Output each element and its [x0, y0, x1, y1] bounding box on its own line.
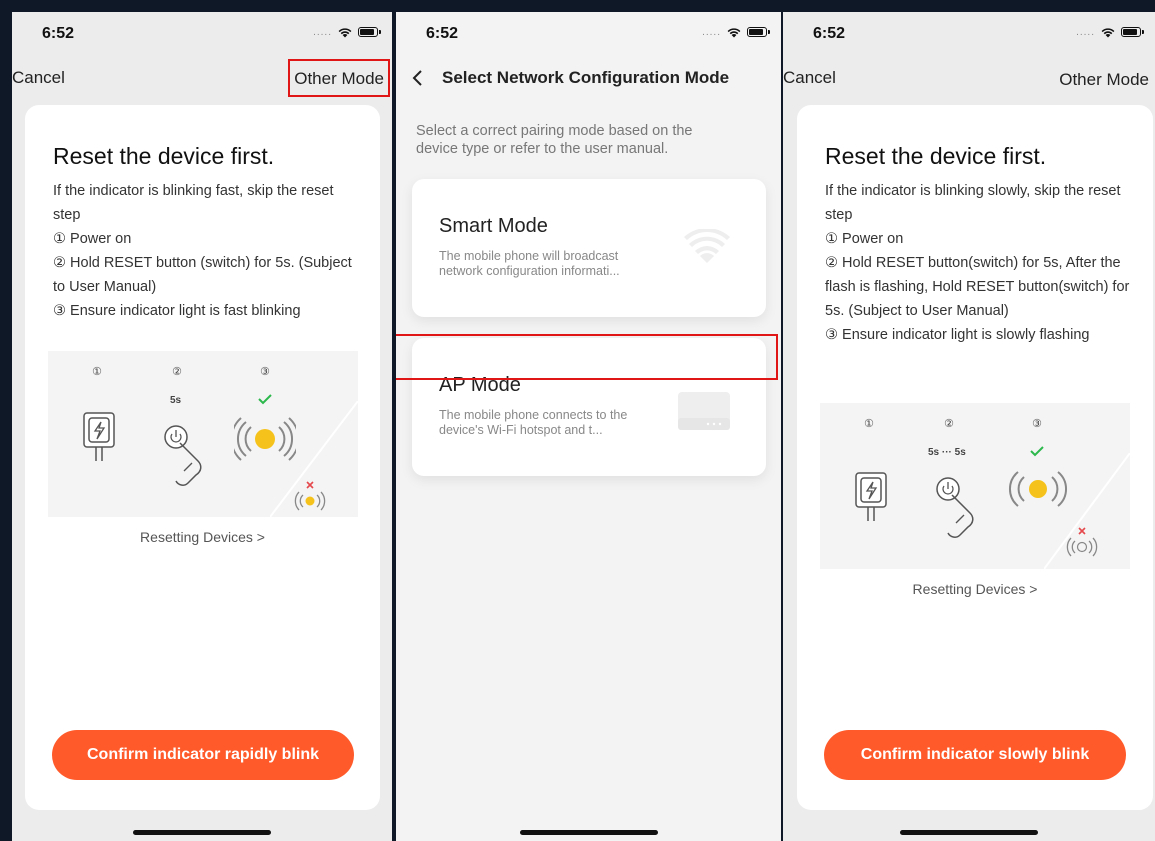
cross-icon: [306, 481, 314, 489]
reset-illustration: ① ② 5s ··· 5s ③: [820, 403, 1130, 569]
cross-icon: [1078, 527, 1086, 535]
page-title: Reset the device first.: [53, 143, 275, 169]
reset-button-icon: [164, 425, 202, 486]
reset-steps: If the indicator is blinking slowly, ski…: [825, 179, 1135, 347]
step-text: ① Power on: [825, 231, 904, 247]
step-text: ② Hold RESET button (switch) for 5s. (Su…: [53, 255, 352, 295]
battery-icon: [358, 27, 381, 37]
page-title: Select Network Configuration Mode: [442, 68, 730, 87]
step-text: If the indicator is blinking fast, skip …: [53, 183, 334, 223]
reset-slow-screen: 6:52 ..... Cancel Other Mode Reset the d…: [783, 12, 1155, 841]
check-icon: [1030, 446, 1044, 457]
power-on-panel: ①: [820, 403, 916, 569]
step-text: ① Power on: [53, 231, 132, 247]
reset-steps: If the indicator is blinking fast, skip …: [53, 179, 363, 323]
resetting-devices-link[interactable]: Resetting Devices >: [797, 581, 1153, 597]
reset-button-icon: [936, 477, 974, 538]
step-text: ③ Ensure indicator light is fast blinkin…: [53, 303, 301, 319]
confirm-slow-blink-button[interactable]: Confirm indicator slowly blink: [824, 730, 1126, 780]
fast-blink-panel: ③: [210, 351, 358, 517]
router-icon: [678, 392, 730, 430]
pairing-hint: Select a correct pairing mode based on t…: [416, 123, 693, 157]
slow-blink-indicator-icon: [294, 491, 326, 511]
status-bar: 6:52 .....: [12, 12, 392, 52]
status-time: 6:52: [42, 25, 75, 42]
wifi-status-icon: [338, 28, 352, 38]
other-mode-button[interactable]: Other Mode: [1055, 68, 1153, 92]
status-bar: 6:52 .....: [783, 12, 1155, 52]
smart-mode-card[interactable]: Smart Mode The mobile phone will broadca…: [412, 179, 766, 317]
back-chevron-icon[interactable]: [408, 68, 428, 88]
step-text: ② Hold RESET button(switch) for 5s, Afte…: [825, 255, 1130, 319]
other-mode-button[interactable]: Other Mode: [288, 59, 390, 97]
battery-icon: [747, 27, 770, 37]
cancel-button[interactable]: Cancel: [783, 68, 836, 88]
power-on-panel: ①: [48, 351, 144, 517]
hold-reset-panel: ② 5s ··· 5s: [918, 403, 982, 569]
off-indicator-icon: [1066, 537, 1098, 557]
cancel-button[interactable]: Cancel: [12, 68, 65, 88]
status-time: 6:52: [426, 25, 459, 42]
step-text: If the indicator is blinking slowly, ski…: [825, 183, 1121, 223]
plug-icon: [83, 412, 115, 461]
resetting-devices-link[interactable]: Resetting Devices >: [25, 529, 380, 545]
reset-card: Reset the device first. If the indicator…: [797, 105, 1153, 810]
slow-blink-panel: ③: [984, 403, 1130, 569]
status-bar: 6:52 .....: [396, 12, 781, 52]
mode-description: The mobile phone connects to the device'…: [439, 408, 628, 437]
wifi-status-icon: [727, 28, 741, 38]
battery-icon: [1121, 27, 1144, 37]
wifi-status-icon: [1101, 28, 1115, 38]
hold-time-label: 5s ··· 5s: [928, 447, 966, 458]
signal-dots-icon: .....: [313, 26, 332, 38]
home-indicator: [900, 830, 1038, 835]
select-mode-screen: 6:52 ..... Select Network Configuration …: [396, 12, 781, 841]
signal-dots-icon: .....: [702, 26, 721, 38]
hold-time-label: 5s: [170, 395, 182, 406]
step-text: ③ Ensure indicator light is slowly flash…: [825, 327, 1090, 343]
ap-mode-highlight: [396, 334, 778, 380]
home-indicator: [133, 830, 271, 835]
hold-reset-panel: ② 5s: [146, 351, 208, 517]
reset-fast-screen: 6:52 ..... Cancel Other Mode Reset the d…: [12, 12, 392, 841]
wifi-icon: [684, 229, 730, 263]
signal-dots-icon: .....: [1076, 26, 1095, 38]
page-title: Reset the device first.: [825, 143, 1047, 169]
reset-card: Reset the device first. If the indicator…: [25, 105, 380, 810]
reset-illustration: ① ② 5s ③: [48, 351, 358, 517]
mode-title: Smart Mode: [439, 215, 548, 237]
home-indicator: [519, 830, 658, 835]
mode-description: The mobile phone will broadcast network …: [439, 249, 620, 278]
plug-icon: [855, 472, 887, 521]
confirm-rapid-blink-button[interactable]: Confirm indicator rapidly blink: [52, 730, 354, 780]
status-time: 6:52: [813, 25, 846, 42]
